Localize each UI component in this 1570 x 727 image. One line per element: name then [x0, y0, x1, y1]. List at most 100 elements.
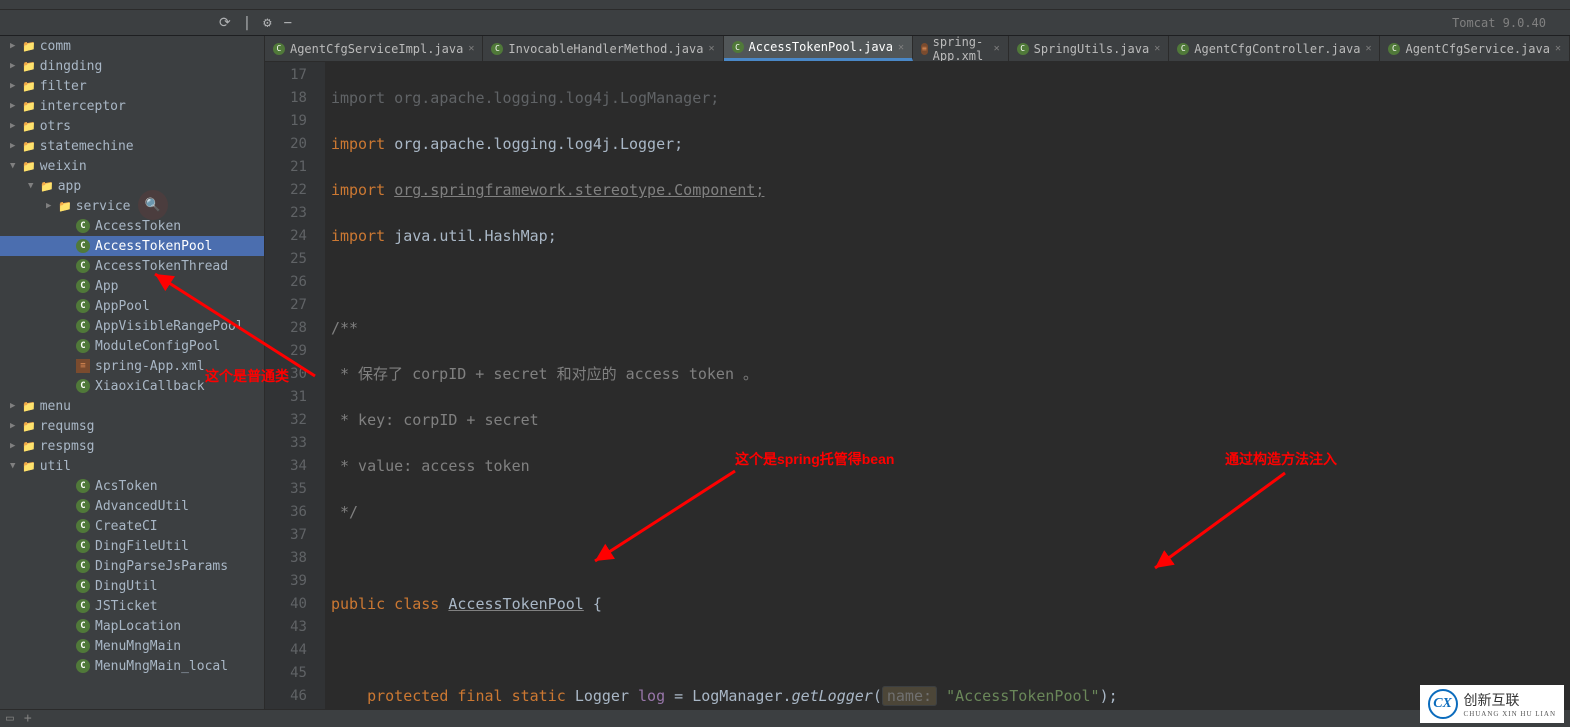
class-icon: C [76, 519, 90, 533]
tree-item-menumngmain-local[interactable]: CMenuMngMain_local [0, 656, 264, 676]
tab-spring-app-xml[interactable]: ≡spring-App.xml✕ [913, 36, 1009, 61]
tree-item-label: DingParseJsParams [95, 559, 228, 574]
tab-label: AccessTokenPool.java [749, 40, 894, 54]
tree-item-service[interactable]: ▶📁service [0, 196, 264, 216]
gear-icon[interactable]: ⚙ [263, 15, 271, 31]
tree-item-label: interceptor [40, 99, 126, 114]
close-icon[interactable]: ✕ [708, 43, 714, 54]
tree-item-dingding[interactable]: ▶📁dingding [0, 56, 264, 76]
tree-item-dingparsejsparams[interactable]: CDingParseJsParams [0, 556, 264, 576]
project-tree[interactable]: ▶📁comm▶📁dingding▶📁filter▶📁interceptor▶📁o… [0, 36, 265, 709]
tree-item-label: XiaoxiCallback [95, 379, 205, 394]
folder-icon: 📁 [22, 40, 36, 53]
tree-item-label: statemechine [40, 139, 134, 154]
terminal-icon[interactable]: ▭ [6, 711, 14, 726]
close-icon[interactable]: ✕ [468, 43, 474, 54]
folder-icon: 📁 [22, 420, 36, 433]
sync-icon[interactable]: ⟳ [219, 15, 231, 31]
class-icon: C [76, 259, 90, 273]
tree-item-appvisiblerangepool[interactable]: CAppVisibleRangePool [0, 316, 264, 336]
folder-icon: 📁 [58, 200, 72, 213]
tree-item-advancedutil[interactable]: CAdvancedUtil [0, 496, 264, 516]
tab-accesstokenpool-java[interactable]: CAccessTokenPool.java✕ [724, 36, 914, 61]
tab-springutils-java[interactable]: CSpringUtils.java✕ [1009, 36, 1170, 61]
tree-item-label: MapLocation [95, 619, 181, 634]
editor[interactable]: 1718192021222324252627282930313233343536… [265, 62, 1570, 709]
line-number: 22 [265, 179, 307, 202]
tree-item-label: AcsToken [95, 479, 158, 494]
tree-item-accesstoken[interactable]: CAccessToken [0, 216, 264, 236]
close-icon[interactable]: ✕ [898, 42, 904, 53]
minus-icon[interactable]: − [284, 15, 292, 31]
close-icon[interactable]: ✕ [1555, 43, 1561, 54]
run-config-label[interactable]: Tomcat 9.0.40 [1452, 16, 1546, 30]
tree-item-label: AccessTokenPool [95, 239, 212, 254]
add-icon[interactable]: + [24, 711, 32, 726]
tree-item-spring-app-xml[interactable]: ≡spring-App.xml [0, 356, 264, 376]
tree-item-respmsg[interactable]: ▶📁respmsg [0, 436, 264, 456]
tab-agentcfgservice-java[interactable]: CAgentCfgService.java✕ [1380, 36, 1570, 61]
line-number: 26 [265, 271, 307, 294]
folder-icon: 📁 [22, 120, 36, 133]
code-area[interactable]: import org.apache.logging.log4j.LogManag… [325, 62, 1570, 709]
line-number: 25 [265, 248, 307, 271]
tab-agentcfgcontroller-java[interactable]: CAgentCfgController.java✕ [1169, 36, 1380, 61]
line-number: 46 [265, 685, 307, 708]
close-icon[interactable]: ✕ [994, 43, 1000, 54]
line-number: 28 [265, 317, 307, 340]
tree-item-label: MenuMngMain [95, 639, 181, 654]
tree-item-moduleconfigpool[interactable]: CModuleConfigPool [0, 336, 264, 356]
folder-icon: 📁 [22, 160, 36, 173]
line-number: 45 [265, 662, 307, 685]
line-number: 27 [265, 294, 307, 317]
class-icon: C [76, 539, 90, 553]
tree-item-filter[interactable]: ▶📁filter [0, 76, 264, 96]
line-number: 30 [265, 363, 307, 386]
tab-agentcfgserviceimpl-java[interactable]: CAgentCfgServiceImpl.java✕ [265, 36, 483, 61]
tree-item-xiaoxicallback[interactable]: CXiaoxiCallback [0, 376, 264, 396]
tree-item-otrs[interactable]: ▶📁otrs [0, 116, 264, 136]
find-icon: 🔍 [138, 190, 168, 220]
tree-item-label: DingUtil [95, 579, 158, 594]
line-number: 32 [265, 409, 307, 432]
tree-item-label: weixin [40, 159, 87, 174]
editor-tabs: CAgentCfgServiceImpl.java✕CInvocableHand… [265, 36, 1570, 62]
tree-item-menumngmain[interactable]: CMenuMngMain [0, 636, 264, 656]
tree-item-label: AppPool [95, 299, 150, 314]
watermark: CX 创新互联 CHUANG XIN HU LIAN [1420, 685, 1564, 723]
folder-icon: 📁 [22, 60, 36, 73]
tree-item-menu[interactable]: ▶📁menu [0, 396, 264, 416]
tree-item-label: App [95, 279, 118, 294]
tree-item-requmsg[interactable]: ▶📁requmsg [0, 416, 264, 436]
tree-item-createci[interactable]: CCreateCI [0, 516, 264, 536]
tree-item-jsticket[interactable]: CJSTicket [0, 596, 264, 616]
close-icon[interactable]: ✕ [1365, 43, 1371, 54]
tree-item-comm[interactable]: ▶📁comm [0, 36, 264, 56]
tree-item-app[interactable]: C App [0, 276, 264, 296]
tab-label: spring-App.xml [933, 36, 989, 62]
tree-item-app[interactable]: ▼📁app [0, 176, 264, 196]
class-icon: C [76, 279, 90, 293]
tree-item-dingfileutil[interactable]: CDingFileUtil [0, 536, 264, 556]
line-number: 23 [265, 202, 307, 225]
tree-item-accesstokenthread[interactable]: CAccessTokenThread [0, 256, 264, 276]
folder-icon: 📁 [22, 400, 36, 413]
tree-item-util[interactable]: ▼📁util [0, 456, 264, 476]
tab-invocablehandlermethod-java[interactable]: CInvocableHandlerMethod.java✕ [483, 36, 723, 61]
close-icon[interactable]: ✕ [1154, 43, 1160, 54]
class-icon: C [76, 219, 90, 233]
tree-item-label: MenuMngMain_local [95, 659, 228, 674]
tree-item-weixin[interactable]: ▼📁weixin [0, 156, 264, 176]
tree-item-label: requmsg [40, 419, 95, 434]
tree-item-acstoken[interactable]: CAcsToken [0, 476, 264, 496]
tree-item-accesstokenpool[interactable]: CAccessTokenPool [0, 236, 264, 256]
class-icon: C [76, 339, 90, 353]
toolbar: ⟳ | ⚙ − Tomcat 9.0.40 [0, 10, 1570, 36]
line-number: 36 [265, 501, 307, 524]
tree-item-dingutil[interactable]: CDingUtil [0, 576, 264, 596]
tree-item-statemechine[interactable]: ▶📁statemechine [0, 136, 264, 156]
line-number: 35 [265, 478, 307, 501]
tree-item-interceptor[interactable]: ▶📁interceptor [0, 96, 264, 116]
tree-item-apppool[interactable]: CAppPool [0, 296, 264, 316]
tree-item-maplocation[interactable]: CMapLocation [0, 616, 264, 636]
